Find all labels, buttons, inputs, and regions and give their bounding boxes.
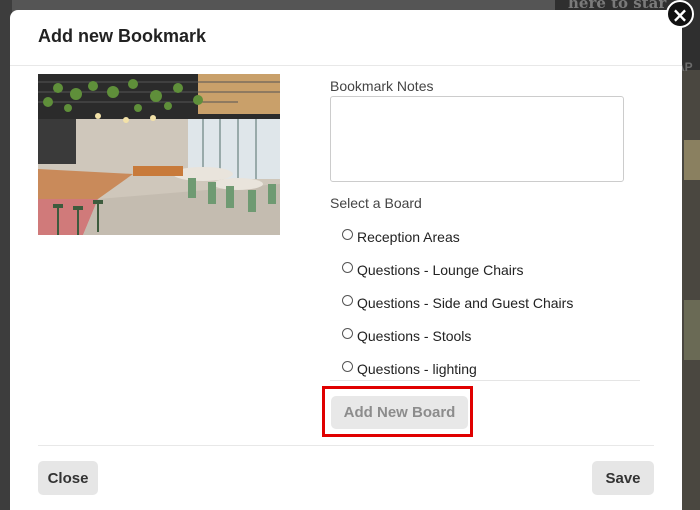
radio-button[interactable]: [342, 295, 353, 306]
bookmark-notes-label: Bookmark Notes: [330, 78, 434, 94]
background-image-fragment: [684, 140, 700, 180]
add-new-board-button[interactable]: Add New Board: [331, 396, 468, 429]
modal-title: Add new Bookmark: [38, 26, 207, 46]
background-image-fragment: [684, 300, 700, 360]
board-option-label: Questions - lighting: [357, 360, 477, 377]
board-option-label: Questions - Lounge Chairs: [357, 261, 524, 278]
radio-button[interactable]: [342, 328, 353, 339]
select-board-label: Select a Board: [330, 195, 422, 211]
office-cafe-photo: [38, 74, 280, 235]
header-divider: [10, 65, 682, 66]
board-radio-list: Reception Areas Questions - Lounge Chair…: [342, 220, 573, 385]
close-icon[interactable]: ×: [666, 0, 694, 28]
board-option-stools[interactable]: Questions - Stools: [342, 319, 573, 352]
radio-button[interactable]: [342, 262, 353, 273]
save-button[interactable]: Save: [592, 461, 654, 495]
footer-divider: [38, 445, 654, 446]
board-option-lounge-chairs[interactable]: Questions - Lounge Chairs: [342, 253, 573, 286]
board-option-label: Questions - Stools: [357, 327, 472, 344]
boards-divider: [330, 380, 640, 381]
board-option-reception-areas[interactable]: Reception Areas: [342, 220, 573, 253]
close-button[interactable]: Close: [38, 461, 98, 495]
radio-button[interactable]: [342, 361, 353, 372]
radio-button[interactable]: [342, 229, 353, 240]
bookmark-notes-textarea[interactable]: [330, 96, 624, 182]
board-option-side-guest-chairs[interactable]: Questions - Side and Guest Chairs: [342, 286, 573, 319]
board-option-label: Reception Areas: [357, 228, 460, 245]
board-option-label: Questions - Side and Guest Chairs: [357, 294, 574, 311]
add-bookmark-modal: Add new Bookmark Bookmark Notes Select a…: [10, 10, 682, 510]
